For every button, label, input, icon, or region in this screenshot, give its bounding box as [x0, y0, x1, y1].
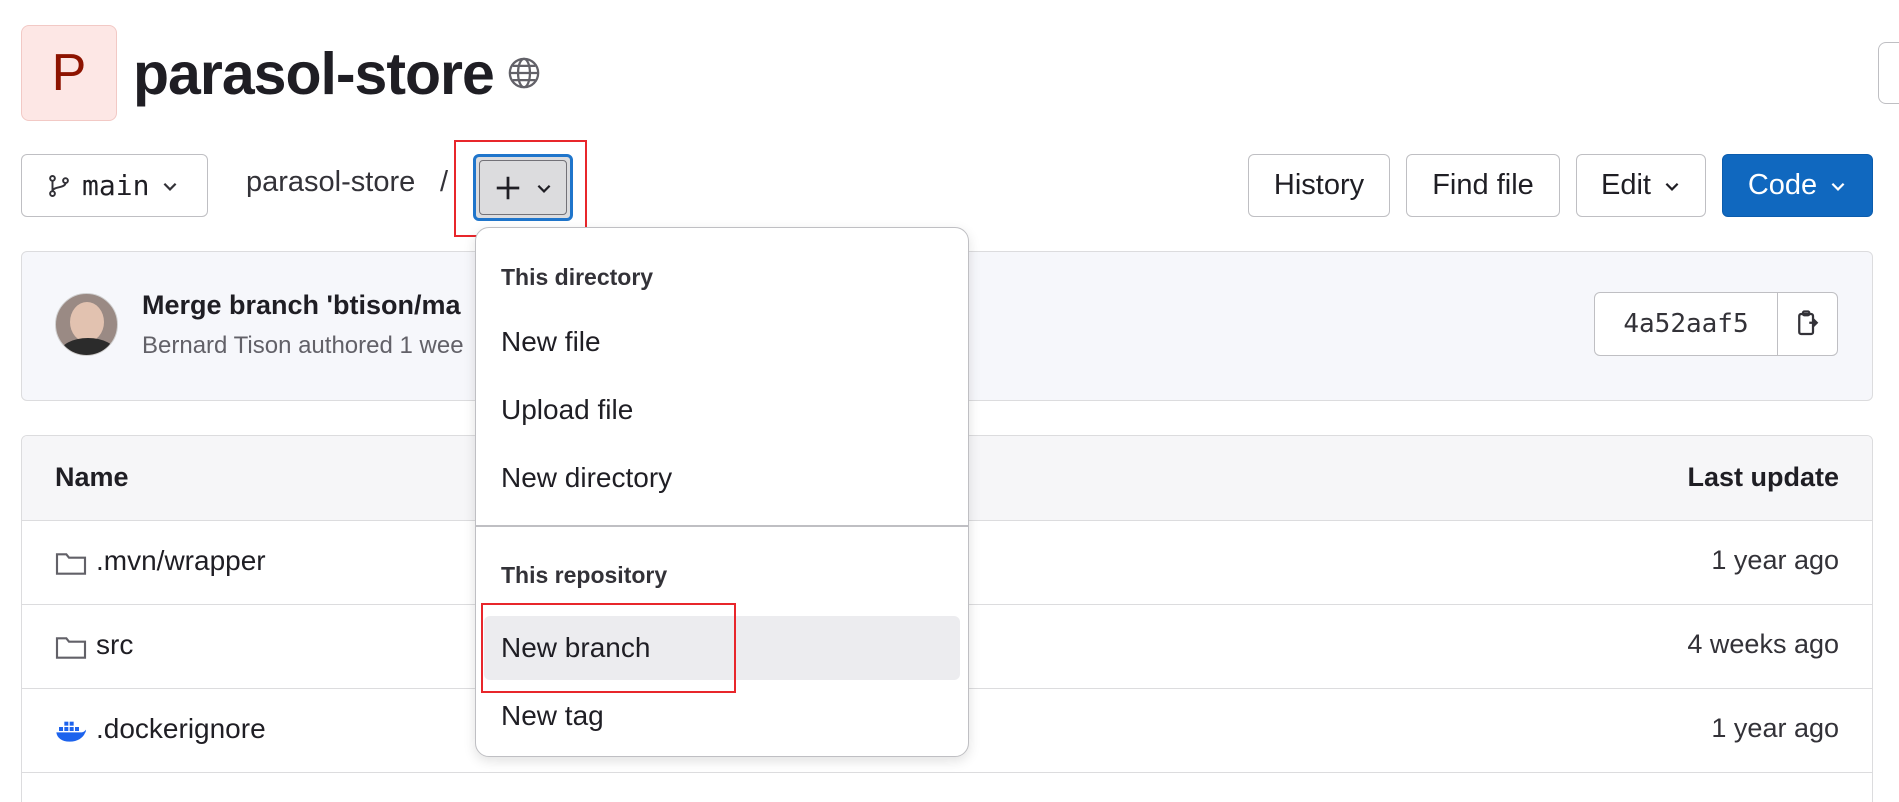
- chevron-down-icon: [164, 182, 177, 191]
- focus-ring: [479, 160, 567, 215]
- chevron-down-icon: [1831, 182, 1845, 191]
- breadcrumb-project[interactable]: parasol-store: [246, 166, 415, 199]
- history-label: History: [1273, 169, 1365, 201]
- last-update: 4 weeks ago: [1687, 629, 1839, 659]
- commit-sha[interactable]: 4a52aaf5: [1595, 293, 1778, 355]
- menu-item-label: New branch: [501, 632, 651, 663]
- docker-icon: [56, 721, 86, 742]
- copy-sha-button[interactable]: [1778, 293, 1837, 355]
- menu-divider: [476, 525, 968, 527]
- breadcrumb-separator: /: [440, 166, 449, 198]
- file-name[interactable]: .mvn/wrapper: [96, 545, 266, 577]
- menu-item-upload-file[interactable]: Upload file: [484, 378, 960, 442]
- find-file-button[interactable]: Find file: [1406, 154, 1560, 217]
- menu-item-label: New directory: [501, 462, 673, 493]
- section-this-directory: This directory: [501, 264, 654, 290]
- file-name[interactable]: .dockerignore: [96, 713, 266, 745]
- history-button[interactable]: History: [1248, 154, 1390, 217]
- menu-item-label: Upload file: [501, 394, 634, 425]
- author-avatar[interactable]: [55, 293, 118, 356]
- commit-message[interactable]: Merge branch 'btison/ma: [142, 290, 460, 321]
- commit-meta: Bernard Tison authored 1 wee: [142, 332, 464, 359]
- column-last-update: Last update: [1687, 462, 1839, 492]
- section-this-repository: This repository: [501, 562, 668, 588]
- menu-item-new-file[interactable]: New file: [484, 310, 960, 374]
- commit-sha-group: 4a52aaf5: [1594, 292, 1838, 356]
- folder-icon: [55, 553, 87, 575]
- project-title[interactable]: parasol-store: [133, 34, 495, 114]
- menu-item-new-directory[interactable]: New directory: [484, 446, 960, 510]
- code-button[interactable]: Code: [1722, 154, 1873, 217]
- branch-name: main: [82, 169, 150, 202]
- code-label: Code: [1747, 169, 1818, 201]
- last-update: 1 year ago: [1711, 713, 1839, 743]
- menu-item-new-tag[interactable]: New tag: [484, 684, 960, 748]
- column-name: Name: [55, 462, 129, 492]
- add-to-tree-button[interactable]: [473, 154, 573, 221]
- clipboard-icon: [1797, 310, 1818, 336]
- last-update: 1 year ago: [1711, 545, 1839, 575]
- add-dropdown-menu: This directory New file Upload file New …: [475, 227, 969, 757]
- menu-item-label: New file: [501, 326, 601, 357]
- edit-label: Edit: [1601, 169, 1651, 201]
- file-name[interactable]: src: [96, 629, 133, 661]
- edit-button[interactable]: Edit: [1576, 154, 1706, 217]
- branch-icon: [49, 174, 69, 197]
- branch-selector[interactable]: main: [21, 154, 208, 217]
- chevron-down-icon: [1665, 182, 1679, 191]
- menu-item-label: New tag: [501, 700, 604, 731]
- menu-item-new-branch[interactable]: New branch: [484, 616, 960, 680]
- folder-icon: [55, 637, 87, 659]
- globe-icon: [508, 57, 540, 89]
- project-avatar: P: [21, 25, 117, 121]
- find-file-label: Find file: [1432, 169, 1534, 201]
- header-action-button[interactable]: [1878, 42, 1899, 104]
